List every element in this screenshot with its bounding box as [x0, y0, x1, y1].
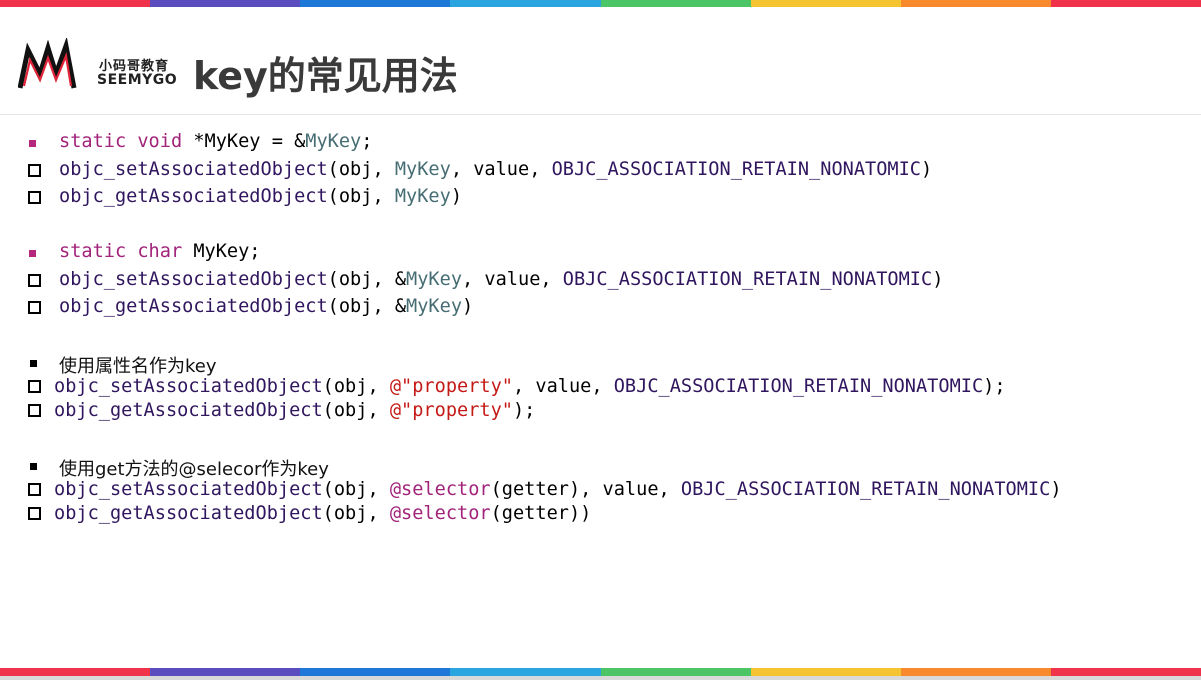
code-text: MyKey; — [182, 241, 261, 262]
code-constant: OBJC_ASSOCIATION_RETAIN_NONATOMIC — [613, 376, 984, 397]
code-function: objc_setAssociatedObject — [59, 269, 328, 290]
stripe-segment — [1050, 0, 1201, 7]
code-text: (obj, & — [327, 296, 407, 317]
stripe-segment — [150, 0, 301, 7]
code-function: objc_setAssociatedObject — [59, 159, 328, 180]
section-heading: 使用属性名作为key — [59, 356, 217, 377]
code-text: ) — [932, 269, 944, 290]
bullet-hollow-square — [28, 301, 41, 314]
code-text: ) — [1050, 479, 1062, 500]
code-text: , value, — [512, 376, 614, 397]
stripe-segment — [900, 668, 1051, 676]
bullet-hollow-square — [28, 380, 41, 393]
seemygo-m-logo-icon — [18, 38, 77, 89]
brand-logo: 小码哥教育 SEEMYGO — [18, 38, 178, 94]
code-get-call: objc_getAssociatedObject(obj, MyKey) — [59, 186, 462, 207]
code-text: (getter)) — [490, 503, 592, 524]
code-function: objc_setAssociatedObject — [54, 479, 323, 500]
code-text: ) — [450, 186, 463, 207]
code-keyword: static char — [59, 241, 183, 262]
stripe-segment — [1050, 668, 1201, 676]
code-function: objc_getAssociatedObject — [54, 503, 323, 524]
code-text: (obj, & — [327, 269, 407, 290]
code-text: , value, — [462, 269, 563, 290]
code-set-call: objc_setAssociatedObject(obj, @selector(… — [54, 479, 1062, 500]
code-string: @"property" — [389, 400, 513, 421]
code-declaration: static void *MyKey = &MyKey; — [59, 131, 372, 152]
code-function: objc_getAssociatedObject — [54, 400, 323, 421]
bottom-edge — [0, 676, 1201, 680]
code-text: ); — [983, 376, 1006, 397]
stripe-segment — [300, 668, 451, 676]
code-text: , value, — [450, 159, 552, 180]
page-title: key的常见用法 — [193, 54, 458, 98]
code-variable: MyKey — [394, 186, 451, 207]
bullet-hollow-square — [28, 164, 41, 177]
stripe-segment — [750, 668, 901, 676]
code-variable: MyKey — [394, 159, 451, 180]
code-text: *MyKey = & — [182, 131, 306, 152]
bullet-square — [30, 463, 37, 470]
bullet-hollow-square — [28, 191, 41, 204]
code-keyword: static void — [59, 131, 183, 152]
code-variable: MyKey — [406, 269, 463, 290]
code-keyword: @selector — [389, 479, 491, 500]
code-function: objc_getAssociatedObject — [59, 296, 328, 317]
code-string: @"property" — [389, 376, 513, 397]
top-color-stripe — [0, 0, 1201, 7]
stripe-segment — [600, 668, 751, 676]
bullet-hollow-square — [28, 404, 41, 417]
bullet-hollow-square — [28, 483, 41, 496]
code-text: ; — [361, 131, 373, 152]
logo-english-text: SEEMYGO — [97, 72, 178, 88]
stripe-segment — [450, 668, 601, 676]
code-text: (obj, — [322, 376, 390, 397]
bullet-square — [29, 140, 36, 147]
code-set-call: objc_setAssociatedObject(obj, &MyKey, va… — [59, 269, 943, 290]
code-text: ) — [462, 296, 474, 317]
code-text: (obj, — [322, 503, 390, 524]
code-text: (obj, — [327, 186, 395, 207]
code-function: objc_setAssociatedObject — [54, 376, 323, 397]
code-get-call: objc_getAssociatedObject(obj, &MyKey) — [59, 296, 473, 317]
code-text: ) — [921, 159, 933, 180]
code-function: objc_getAssociatedObject — [59, 186, 328, 207]
code-set-call: objc_setAssociatedObject(obj, MyKey, val… — [59, 159, 932, 180]
stripe-segment — [0, 668, 151, 676]
code-declaration: static char MyKey; — [59, 241, 261, 262]
stripe-segment — [900, 0, 1051, 7]
code-variable: MyKey — [305, 131, 362, 152]
stripe-segment — [300, 0, 451, 7]
bottom-color-stripe — [0, 668, 1201, 676]
code-text: (obj, — [327, 159, 395, 180]
stripe-segment — [750, 0, 901, 7]
stripe-segment — [600, 0, 751, 7]
bullet-square — [29, 250, 36, 257]
bullet-hollow-square — [28, 274, 41, 287]
code-keyword: @selector — [389, 503, 491, 524]
code-get-call: objc_getAssociatedObject(obj, @"property… — [54, 400, 535, 421]
stripe-segment — [0, 0, 151, 7]
code-set-call: objc_setAssociatedObject(obj, @"property… — [54, 376, 1006, 397]
code-text: ); — [512, 400, 536, 421]
stripe-segment — [150, 668, 301, 676]
code-constant: OBJC_ASSOCIATION_RETAIN_NONATOMIC — [551, 159, 921, 180]
code-text: (obj, — [322, 400, 390, 421]
section-heading: 使用get方法的@selecor作为key — [59, 459, 329, 480]
slide-header — [0, 7, 1201, 115]
code-get-call: objc_getAssociatedObject(obj, @selector(… — [54, 503, 591, 524]
stripe-segment — [450, 0, 601, 7]
code-text: (getter), value, — [490, 479, 681, 500]
code-constant: OBJC_ASSOCIATION_RETAIN_NONATOMIC — [680, 479, 1051, 500]
bullet-hollow-square — [28, 507, 41, 520]
code-variable: MyKey — [406, 296, 463, 317]
bullet-square — [30, 360, 37, 367]
code-text: (obj, — [322, 479, 390, 500]
code-constant: OBJC_ASSOCIATION_RETAIN_NONATOMIC — [562, 269, 933, 290]
